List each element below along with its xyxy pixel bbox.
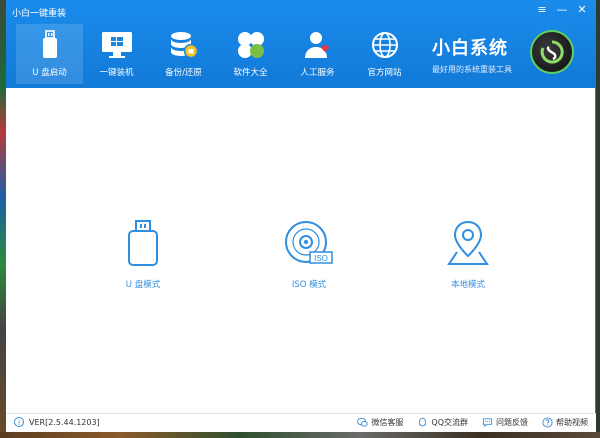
usb-drive-icon <box>33 30 67 60</box>
tab-label: 备份/还原 <box>165 68 202 78</box>
brand-slogan: 最好用的系统重装工具 <box>432 65 512 74</box>
database-backup-icon <box>167 30 201 60</box>
tab-backup-restore[interactable]: 备份/还原 <box>150 24 217 84</box>
tab-label: 软件大全 <box>233 68 268 78</box>
tab-label: 人工服务 <box>300 68 335 78</box>
window-title: 小白一键重装 <box>12 9 67 19</box>
mode-iso-label: ISO 模式 <box>291 280 327 290</box>
desktop-background-bottom <box>0 432 600 438</box>
mode-local-label: 本地模式 <box>450 280 485 290</box>
usb-drive-icon <box>128 220 158 266</box>
mode-usb[interactable]: U 盘模式 <box>93 218 193 290</box>
chat-bubble-icon <box>482 418 493 428</box>
mode-selection: U 盘模式 ISO ISO 模式 本地模式 <box>6 218 596 298</box>
app-window: 小白一键重装 ≡ — ✕ U 盘启动 一键装机 备份/还原 软件大全 人工服务 … <box>6 0 596 432</box>
tab-label: 官方网站 <box>367 68 402 78</box>
feedback-label: 问题反馈 <box>496 418 528 427</box>
person-heart-icon <box>301 30 335 60</box>
tab-official-site[interactable]: 官方网站 <box>351 24 418 84</box>
qq-icon <box>419 417 427 427</box>
footer-links: 微信客服 QQ交流群 问题反馈 帮助视频 <box>357 417 588 428</box>
mode-iso[interactable]: ISO ISO 模式 <box>259 218 359 290</box>
brand-name: 小白系统 <box>432 38 508 59</box>
wechat-label: 微信客服 <box>371 418 404 427</box>
tab-software[interactable]: 软件大全 <box>217 24 284 84</box>
version-text: VER[2.5.44.1203] <box>29 417 100 427</box>
location-pin-icon <box>447 220 489 265</box>
feedback-link[interactable]: 问题反馈 <box>482 417 528 428</box>
mode-local[interactable]: 本地模式 <box>418 218 518 290</box>
help-video-link[interactable]: 帮助视频 <box>542 417 588 428</box>
tab-label: U 盘启动 <box>32 68 67 78</box>
status-bar: i VER[2.5.44.1203] 微信客服 QQ交流群 问题反馈 帮助视频 <box>6 413 596 432</box>
help-label: 帮助视频 <box>556 418 588 427</box>
apps-grid-icon <box>234 30 268 60</box>
help-icon <box>542 417 553 428</box>
brand: 小白系统 最好用的系统重装工具 <box>432 34 512 75</box>
main-nav: U 盘启动 一键装机 备份/还原 软件大全 人工服务 官方网站 <box>16 24 418 84</box>
menu-button[interactable]: ≡ <box>534 3 550 17</box>
window-controls: ≡ — ✕ <box>534 3 590 17</box>
disc-iso-icon: ISO <box>285 221 333 264</box>
globe-icon <box>368 30 402 60</box>
tab-usb-boot[interactable]: U 盘启动 <box>16 24 83 84</box>
header-bar: 小白一键重装 ≡ — ✕ U 盘启动 一键装机 备份/还原 软件大全 人工服务 … <box>6 0 596 88</box>
tab-one-click-install[interactable]: 一键装机 <box>83 24 150 84</box>
tab-manual-service[interactable]: 人工服务 <box>284 24 351 84</box>
iso-badge: ISO <box>314 254 328 263</box>
tab-label: 一键装机 <box>99 68 134 78</box>
minimize-button[interactable]: — <box>554 3 570 17</box>
qq-group-link[interactable]: QQ交流群 <box>417 417 468 428</box>
wechat-service-link[interactable]: 微信客服 <box>357 417 403 428</box>
qq-label: QQ交流群 <box>431 418 468 427</box>
close-button[interactable]: ✕ <box>574 3 590 17</box>
wechat-icon <box>357 417 369 427</box>
mode-usb-label: U 盘模式 <box>125 280 161 290</box>
version-info: i VER[2.5.44.1203] <box>14 417 100 427</box>
brand-logo-icon <box>530 30 574 74</box>
monitor-windows-icon <box>100 30 134 60</box>
info-icon: i <box>14 417 24 427</box>
